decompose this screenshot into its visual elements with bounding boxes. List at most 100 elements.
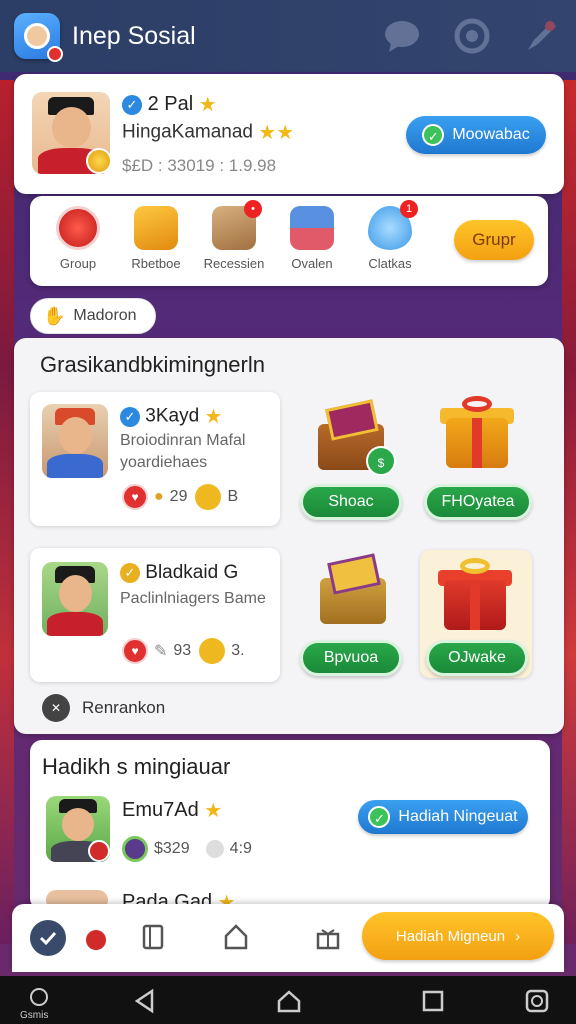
coin-icon <box>199 638 226 664</box>
treasure-chest-icon: $ <box>310 399 400 480</box>
action-label: Rbetboe <box>131 256 181 271</box>
tab-home[interactable] <box>30 920 66 956</box>
reward-button[interactable]: FHOyatea <box>424 484 532 520</box>
profile-subtitle: HingaKamanad <box>122 121 253 143</box>
action-group[interactable]: Group <box>38 206 118 271</box>
profile-subtitle-row: HingaKamanad ★★ <box>122 120 294 145</box>
gift-box-icon <box>430 558 520 638</box>
item-line1: Broiodinran Mafal <box>120 432 246 449</box>
action-rbetboe[interactable]: Rbetboe <box>116 206 196 271</box>
cube-icon <box>290 206 334 250</box>
actions-card: Group Rbetboe • Recessien Ovalen 1 Clatk… <box>30 196 548 286</box>
item-name-row: Emu7Ad ★ <box>122 798 222 823</box>
item-stat1: 29 <box>169 488 188 505</box>
main-panel: Grasikandbkimingnerln ✓ 3Kayd ★ Broiodin… <box>14 338 564 734</box>
gift-icon[interactable] <box>312 920 344 952</box>
star-icon: ★ <box>198 94 217 116</box>
right-decoration <box>562 80 576 944</box>
profile-stats: $£D : 33019 : 1.9.98 <box>122 156 277 175</box>
action-label: Recessien <box>203 256 265 271</box>
gem-icon <box>122 836 148 862</box>
item-name-row: ✓ Bladkaid G <box>120 562 238 584</box>
home-nav-icon[interactable] <box>276 988 302 1014</box>
item-avatar <box>42 562 108 636</box>
coin-icon <box>195 484 222 510</box>
item-stats: ♥ ✎ 93 3. <box>122 638 245 664</box>
treasure-chest-icon <box>312 553 402 634</box>
follow-button[interactable]: ✓ Moowabac <box>406 116 546 154</box>
system-nav-bar: Gsmis <box>0 976 576 1024</box>
item-stat1: 93 <box>173 642 192 659</box>
screenshot-icon[interactable] <box>524 988 550 1014</box>
thumb-icon <box>56 206 100 250</box>
list-item[interactable]: ✓ 3Kayd ★ Broiodinran Mafal yoardiehaes … <box>30 392 280 526</box>
heart-icon: ♥ <box>122 484 148 510</box>
left-decoration <box>0 80 14 944</box>
cta-button[interactable]: Hadiah Migneun › <box>362 912 554 960</box>
star-icon: ★ <box>276 122 295 144</box>
profile-name: 2 Pal <box>147 92 194 115</box>
gift-box-icon <box>432 396 522 476</box>
heart-icon: ♥ <box>122 638 148 664</box>
action-recessien[interactable]: • Recessien <box>194 200 274 271</box>
item-name: Bladkaid G <box>145 562 239 583</box>
box-icon <box>134 206 178 250</box>
reward-button[interactable]: Bpvuoa <box>300 640 402 676</box>
chat-icon[interactable] <box>382 16 422 56</box>
weekly-reward-label: Hadiah Ningeuat <box>398 808 518 825</box>
tools-icon: ✕ <box>42 694 70 722</box>
book-icon[interactable] <box>138 920 170 952</box>
avatar-badge-icon <box>86 930 106 950</box>
item-stat2: B <box>227 488 239 505</box>
chip-label: Madoron <box>73 307 137 324</box>
action-label: Ovalen <box>291 256 333 271</box>
cta-label: Hadiah Migneun <box>395 927 506 945</box>
medal-icon <box>86 148 112 174</box>
group-button[interactable]: Grupr <box>454 220 534 260</box>
profile-card: ✓ 2 Pal ★ HingaKamanad ★★ $£D : 33019 : … <box>14 74 564 194</box>
item-stat2: 4:9 <box>229 840 252 857</box>
action-label: Group <box>59 256 97 271</box>
hand-icon: ✋ <box>43 305 66 326</box>
action-clatkas[interactable]: 1 Clatkas <box>350 200 430 271</box>
verified-icon: ✓ <box>120 406 140 427</box>
filter-chip[interactable]: ✋ Madoron <box>30 298 156 334</box>
item-stat2: 3. <box>231 642 245 659</box>
follow-button-label: Moowabac <box>452 126 530 143</box>
heart-shield-icon: 1 <box>368 200 418 250</box>
nav-label: Gsmis <box>20 1010 49 1021</box>
verified-icon: ✓ <box>122 94 142 115</box>
heart-icon <box>205 840 224 858</box>
action-label: Clatkas <box>368 256 412 271</box>
rocket-icon[interactable] <box>522 16 562 56</box>
recents-icon[interactable] <box>420 988 446 1014</box>
coins-icon: ● <box>154 488 164 505</box>
check-icon <box>39 931 57 946</box>
chevron-right-icon: › <box>515 927 521 945</box>
section-footer[interactable]: ✕ Renrankon <box>42 694 165 722</box>
item-name: 3Kayd <box>145 405 200 427</box>
action-ovalen[interactable]: Ovalen <box>272 206 352 271</box>
section-footer-label: Renrankon <box>82 698 166 717</box>
gamepad-icon[interactable] <box>28 986 50 1008</box>
section-title: Hadikh s mingiauar <box>42 754 231 779</box>
item-line2: yoardiehaes <box>120 454 208 471</box>
profile-name-row: ✓ 2 Pal ★ <box>122 92 217 117</box>
item-name: Emu7Ad <box>122 798 199 821</box>
item-line1: Paclinlniagers Bame <box>120 590 266 607</box>
star-icon: ★ <box>204 406 223 428</box>
reward-button[interactable]: OJwake <box>426 640 528 676</box>
gift-crate-icon: • <box>212 200 262 250</box>
home-icon[interactable] <box>220 920 252 952</box>
star-icon: ★ <box>204 800 223 822</box>
notification-badge: 1 <box>400 200 418 218</box>
item-stat1: $329 <box>154 840 190 857</box>
back-icon[interactable] <box>132 988 158 1014</box>
verified-icon: ✓ <box>120 562 140 583</box>
app-logo-icon[interactable] <box>14 13 63 62</box>
at-icon[interactable] <box>452 16 492 56</box>
list-item[interactable]: ✓ Bladkaid G Paclinlniagers Bame ♥ ✎ 93 … <box>30 548 280 682</box>
weekly-reward-button[interactable]: ✓ Hadiah Ningeuat <box>358 800 528 834</box>
reward-button[interactable]: Shoac <box>300 484 402 520</box>
item-avatar <box>42 404 108 478</box>
